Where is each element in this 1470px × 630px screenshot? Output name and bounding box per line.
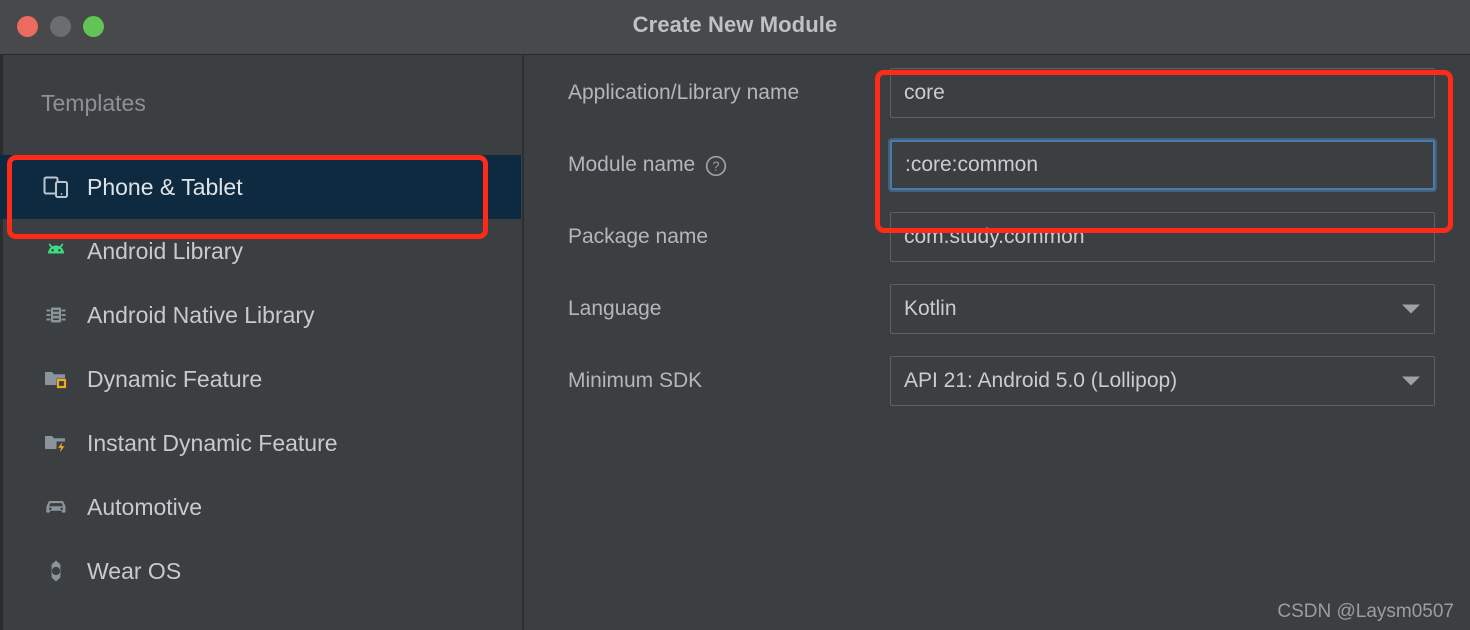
window-title: Create New Module: [632, 12, 838, 37]
question-circle-icon[interactable]: ?: [704, 154, 728, 178]
folder-dynamic-icon: [42, 365, 70, 393]
sidebar-item-label: Instant Dynamic Feature: [87, 429, 338, 456]
field-label-text: Package name: [568, 225, 709, 248]
field-label-text: Language: [568, 297, 662, 320]
templates-list: Phone & Tablet Android Library Android N…: [0, 155, 521, 603]
chevron-down-icon: [1402, 376, 1420, 386]
field-control: [890, 140, 1435, 190]
create-new-module-dialog: Create New Module Templates Phone & Tabl…: [0, 0, 1470, 630]
minimum-sdk-selected-value: API 21: Android 5.0 (Lollipop): [904, 369, 1178, 392]
field-control: [890, 68, 1435, 118]
sidebar-item-label: Phone & Tablet: [87, 173, 243, 200]
sidebar-item-label: Automotive: [87, 493, 203, 520]
templates-header: Templates: [41, 90, 146, 116]
watch-icon: [42, 557, 70, 585]
sidebar-item-instant-dynamic-feature[interactable]: Instant Dynamic Feature: [0, 411, 521, 475]
field-label: Application/Library name: [568, 81, 799, 105]
sidebar-item-label: Android Native Library: [87, 301, 315, 328]
sidebar-item-android-library[interactable]: Android Library: [0, 219, 521, 283]
field-control: [890, 212, 1435, 262]
package-name-input[interactable]: [890, 212, 1435, 262]
field-label-text: Minimum SDK: [568, 369, 703, 392]
field-control: Kotlin: [890, 284, 1435, 334]
android-robot-icon: [42, 237, 70, 265]
application-library-name-input[interactable]: [890, 68, 1435, 118]
field-label: Minimum SDK: [568, 369, 702, 393]
field-label: Language: [568, 297, 661, 321]
folder-instant-icon: [42, 429, 70, 457]
phone-tablet-icon: [42, 173, 70, 201]
sidebar-item-label: Dynamic Feature: [87, 365, 263, 392]
chip-icon: [42, 301, 70, 329]
module-config-form: Application/Library name Module name ?: [526, 55, 1470, 630]
sidebar-item-phone-tablet[interactable]: Phone & Tablet: [0, 155, 521, 219]
minimum-sdk-dropdown[interactable]: API 21: Android 5.0 (Lollipop): [890, 356, 1435, 406]
field-row-minimum-sdk: Minimum SDK API 21: Android 5.0 (Lollipo…: [526, 355, 1470, 407]
sidebar-item-label: Wear OS: [87, 557, 182, 584]
sidebar-item-automotive[interactable]: Automotive: [0, 475, 521, 539]
field-control: API 21: Android 5.0 (Lollipop): [890, 356, 1435, 406]
field-label-text: Module name: [568, 153, 696, 176]
sidebar-item-dynamic-feature[interactable]: Dynamic Feature: [0, 347, 521, 411]
field-row-language: Language Kotlin: [526, 283, 1470, 335]
dialog-body: Templates Phone & Tablet Android Library…: [0, 55, 1470, 630]
field-label-text: Application/Library name: [568, 81, 800, 104]
field-label: Module name ?: [568, 153, 728, 177]
car-icon: [42, 493, 70, 521]
watermark: CSDN @Laysm0507: [1277, 601, 1454, 622]
sidebar-item-label: Android Library: [87, 237, 243, 264]
field-label: Package name: [568, 225, 708, 249]
sidebar-item-android-native-library[interactable]: Android Native Library: [0, 283, 521, 347]
templates-sidebar: Templates Phone & Tablet Android Library…: [0, 55, 524, 630]
sidebar-item-wear-os[interactable]: Wear OS: [0, 539, 521, 603]
svg-text:?: ?: [713, 160, 720, 174]
title-bar: Create New Module: [0, 0, 1470, 55]
field-row-package-name: Package name: [526, 211, 1470, 263]
language-dropdown[interactable]: Kotlin: [890, 284, 1435, 334]
language-selected-value: Kotlin: [904, 297, 957, 320]
field-row-module-name: Module name ?: [526, 139, 1470, 191]
chevron-down-icon: [1402, 304, 1420, 314]
field-row-application-library-name: Application/Library name: [526, 67, 1470, 119]
module-name-input[interactable]: [890, 140, 1435, 190]
